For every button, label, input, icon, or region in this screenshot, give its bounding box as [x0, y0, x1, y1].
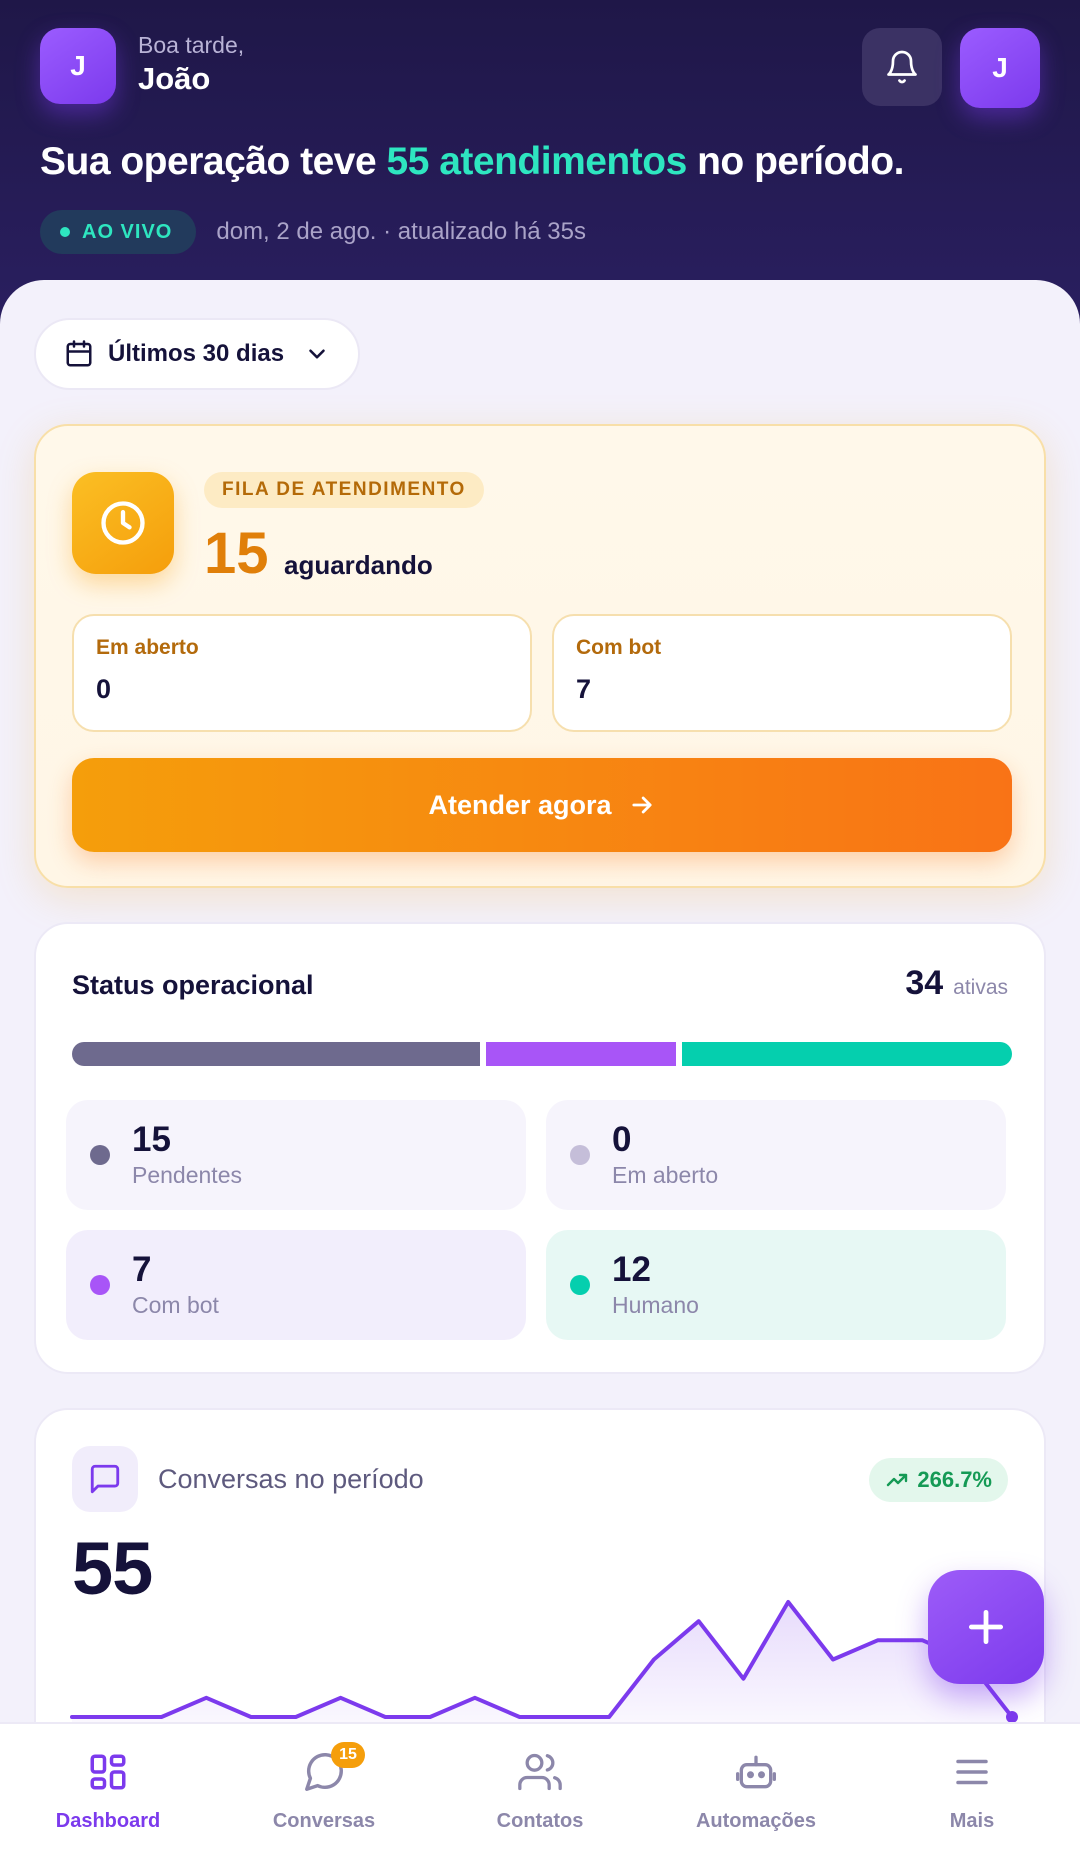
stat-bot[interactable]: 7 Com bot [66, 1230, 526, 1340]
clock-icon [101, 501, 145, 545]
stat-value: 0 [612, 1120, 632, 1160]
tab-dashboard[interactable]: Dashboard [0, 1724, 216, 1870]
live-label: AO VIVO [82, 220, 173, 243]
open-count-box: Em aberto 0 [72, 614, 532, 732]
headline-highlight: 55 atendimentos [386, 140, 688, 183]
greeting-block: Boa tarde, João [138, 32, 244, 97]
queue-count-label: aguardando [284, 550, 433, 580]
live-dot-icon [60, 227, 70, 237]
period-selector[interactable]: Últimos 30 dias [34, 318, 360, 390]
notifications-button[interactable] [862, 28, 942, 106]
open-dot-icon [570, 1145, 590, 1165]
unread-badge: 15 [331, 1742, 365, 1768]
stat-open[interactable]: 0 Em aberto [546, 1100, 1006, 1210]
queue-tag: FILA DE ATENDIMENTO [204, 472, 484, 508]
chevron-down-icon [309, 349, 325, 359]
bar-segment-pending [72, 1042, 480, 1066]
bar-segment-bot [486, 1042, 676, 1066]
menu-icon [956, 1759, 988, 1785]
status-title: Status operacional [72, 970, 314, 1000]
tab-label: Dashboard [55, 1810, 161, 1832]
live-badge: AO VIVO [40, 210, 197, 254]
active-count-label: ativas [953, 976, 1008, 999]
queue-count: 15 [204, 521, 269, 586]
live-status-row: AO VIVO dom, 2 de ago. · atualizado há 3… [40, 210, 586, 254]
attend-now-label: Atender agora [428, 789, 612, 820]
tab-label: Conversas [272, 1810, 376, 1832]
active-count-value: 34 [905, 964, 944, 1002]
status-distribution-bar [72, 1042, 1012, 1066]
bot-value: 7 [576, 674, 592, 704]
human-dot-icon [570, 1275, 590, 1295]
headline: Sua operação teve 55 atendimentos no per… [40, 140, 1040, 184]
robot-icon [736, 1755, 776, 1789]
stat-value: 12 [612, 1250, 651, 1290]
headline-pre: Sua operação teve [40, 140, 387, 183]
calendar-icon [66, 340, 92, 367]
last-updated-text: dom, 2 de ago. · atualizado há 35s [216, 218, 586, 245]
period-label: Últimos 30 dias [108, 340, 285, 367]
avatar-initial: J [70, 50, 86, 81]
bot-dot-icon [90, 1275, 110, 1295]
avatar-initial: J [992, 52, 1008, 83]
tab-mais[interactable]: Mais [864, 1724, 1080, 1870]
stat-value: 15 [132, 1120, 171, 1160]
stat-label: Em aberto [612, 1161, 719, 1188]
bottom-tab-bar: Dashboard 15 Conversas Contatos Automaçõ… [0, 1722, 1080, 1870]
headline-post: no período. [686, 140, 904, 183]
tab-conversas[interactable]: 15 Conversas [216, 1724, 432, 1870]
status-card: Status operacional 34 ativas 15 Pendente… [34, 922, 1046, 1374]
stat-pending[interactable]: 15 Pendentes [66, 1100, 526, 1210]
profile-avatar-button[interactable]: J [960, 28, 1040, 108]
active-count: 34 ativas [905, 964, 1008, 1003]
attend-now-button[interactable]: Atender agora [72, 758, 1012, 852]
greeting-text: Boa tarde, [138, 32, 245, 58]
stat-value: 7 [132, 1250, 152, 1290]
workspace-avatar[interactable]: J [40, 28, 116, 104]
bell-icon [887, 50, 917, 84]
queue-card: FILA DE ATENDIMENTO 15 aguardando Em abe… [34, 424, 1046, 888]
tab-label: Mais [949, 1810, 995, 1832]
bot-label: Com bot [576, 636, 662, 659]
stat-label: Com bot [132, 1291, 219, 1318]
tab-contatos[interactable]: Contatos [432, 1724, 648, 1870]
pending-dot-icon [90, 1145, 110, 1165]
open-value: 0 [96, 674, 112, 704]
arrow-right-icon [631, 796, 652, 814]
contacts-icon [518, 1753, 562, 1791]
stat-label: Pendentes [132, 1161, 242, 1188]
bot-count-box: Com bot 7 [552, 614, 1012, 732]
stat-label: Humano [612, 1291, 699, 1318]
dashboard-icon [90, 1754, 126, 1790]
tab-label: Contatos [496, 1810, 584, 1832]
stat-human[interactable]: 12 Humano [546, 1230, 1006, 1340]
bar-segment-human [682, 1042, 1012, 1066]
user-name: João [138, 61, 211, 96]
tab-label: Automações [695, 1810, 817, 1832]
plus-icon [968, 1609, 1004, 1645]
open-label: Em aberto [96, 636, 199, 659]
tab-automacoes[interactable]: Automações [648, 1724, 864, 1870]
new-action-fab[interactable] [928, 1570, 1044, 1684]
clock-badge [72, 472, 174, 574]
